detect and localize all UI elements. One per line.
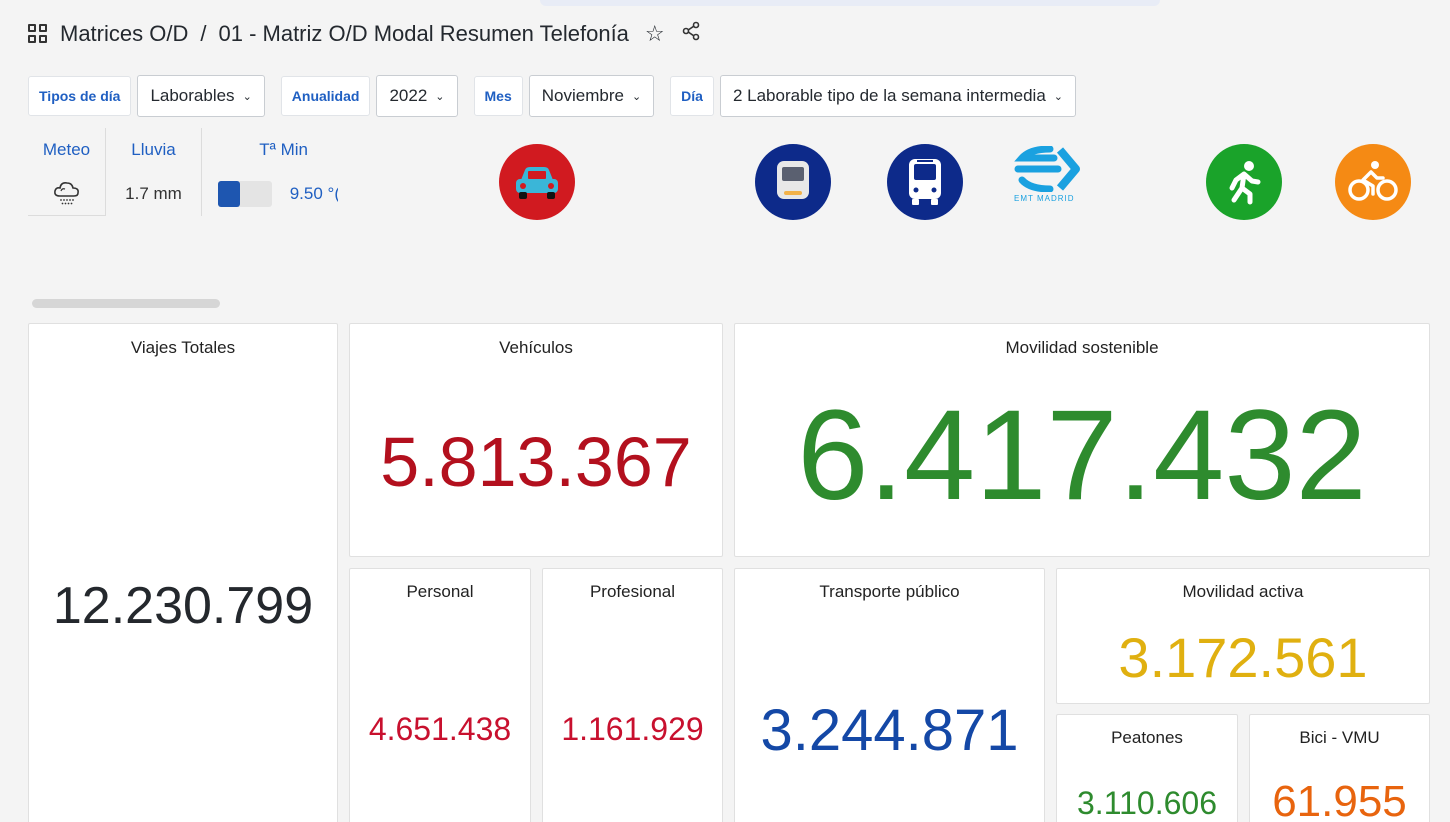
- card-pedestrians: Peatones 3.110.606: [1056, 714, 1238, 822]
- public-transport-value: 3.244.871: [760, 698, 1019, 763]
- total-trips-value: 12.230.799: [52, 577, 314, 635]
- chevron-down-icon: ⌄: [1053, 90, 1063, 103]
- active-mobility-value: 3.172.561: [1118, 626, 1368, 689]
- bike-vmu-value: 61.955: [1272, 777, 1407, 822]
- filter-bar: Tipos de día Laborables ⌄ Anualidad 2022 ⌄…: [28, 75, 1076, 117]
- meteo-header: Meteo: [42, 139, 91, 159]
- card-title: Movilidad activa: [1182, 582, 1304, 601]
- tmin-column: Tª Min 9.50 °(: [202, 128, 338, 216]
- meteo-column: Meteo: [28, 128, 106, 216]
- tmin-header: Tª Min: [259, 140, 308, 159]
- day-type-select[interactable]: Laborables ⌄: [137, 75, 265, 117]
- star-icon[interactable]: ☆: [645, 21, 665, 47]
- pedestrians-value: 3.110.606: [1077, 785, 1217, 821]
- page-title: 01 - Matriz O/D Modal Resumen Telefonía: [218, 21, 629, 46]
- card-title: Profesional: [589, 582, 676, 601]
- professional-value: 1.161.929: [561, 711, 704, 747]
- card-title: Personal: [406, 582, 474, 601]
- year-select[interactable]: 2022 ⌄: [376, 75, 458, 117]
- rain-value: 1.7 mm: [125, 184, 182, 203]
- card-title: Vehículos: [499, 338, 573, 357]
- card-total-trips: Viajes Totales 12.230.799: [28, 323, 338, 822]
- sustainable-mobility-value: 6.417.432: [797, 384, 1367, 527]
- card-title: Bici - VMU: [1299, 728, 1380, 747]
- weather-table: Meteo Lluvia 1.7 mm Tª Min 9.50 °(: [28, 128, 338, 216]
- chevron-down-icon: ⌄: [435, 90, 445, 103]
- bicycle-icon[interactable]: [1335, 144, 1411, 220]
- day-type-value: Laborables: [150, 86, 235, 105]
- rain-header: Lluvia: [131, 140, 176, 159]
- card-bike-vmu: Bici - VMU 61.955: [1249, 714, 1430, 822]
- chevron-down-icon: ⌄: [631, 90, 642, 103]
- card-title: Transporte público: [819, 582, 960, 601]
- bus-icon[interactable]: [887, 144, 963, 220]
- share-icon[interactable]: [681, 21, 701, 47]
- page-header: Matrices O/D / 01 - Matriz O/D Modal Res…: [28, 18, 701, 50]
- tmin-bar-fill: [217, 181, 240, 207]
- rain-cloud-icon: [52, 172, 82, 216]
- filter-label-day-type: Tipos de día: [28, 76, 132, 116]
- top-highlight: [540, 0, 1160, 6]
- rain-column: Lluvia 1.7 mm: [106, 128, 202, 216]
- personal-value: 4.651.438: [368, 711, 512, 747]
- month-value: Noviembre: [541, 86, 624, 105]
- card-title: Viajes Totales: [130, 338, 236, 357]
- card-active-mobility: Movilidad activa 3.172.561: [1056, 568, 1430, 704]
- vehicles-value: 5.813.367: [380, 423, 692, 501]
- dashboard-grid-icon: [28, 24, 48, 44]
- year-value: 2022: [389, 86, 428, 105]
- emt-logo-text: EMT MADRID: [1014, 194, 1075, 203]
- filter-label-year: Anualidad: [280, 76, 371, 116]
- card-title: Movilidad sostenible: [1005, 338, 1159, 357]
- filter-label-month: Mes: [473, 76, 523, 116]
- horizontal-scrollbar[interactable]: [32, 299, 220, 308]
- card-vehicles: Vehículos 5.813.367: [349, 323, 723, 557]
- card-personal: Personal 4.651.438: [349, 568, 531, 822]
- tmin-bar: [217, 181, 272, 207]
- filter-label-day: Día: [670, 76, 714, 116]
- card-public-transport: Transporte público 3.244.871: [734, 568, 1045, 822]
- chevron-down-icon: ⌄: [242, 90, 252, 103]
- month-select[interactable]: Noviembre ⌄: [528, 75, 655, 117]
- day-value: 2 Laborable tipo de la semana intermedia: [732, 86, 1046, 105]
- car-icon[interactable]: [499, 144, 575, 220]
- day-select[interactable]: 2 Laborable tipo de la semana intermedia…: [719, 75, 1076, 117]
- tmin-value: 9.50 °(: [289, 184, 338, 203]
- pedestrian-icon[interactable]: [1206, 144, 1282, 220]
- card-title: Peatones: [1111, 728, 1183, 747]
- train-icon[interactable]: [755, 144, 831, 220]
- emt-madrid-logo[interactable]: EMT MADRID: [1010, 145, 1096, 212]
- card-sustainable-mobility: Movilidad sostenible 6.417.432: [734, 323, 1430, 557]
- breadcrumb-separator: /: [200, 21, 207, 46]
- card-professional: Profesional 1.161.929: [542, 568, 723, 822]
- breadcrumb-root[interactable]: Matrices O/D: [60, 21, 188, 47]
